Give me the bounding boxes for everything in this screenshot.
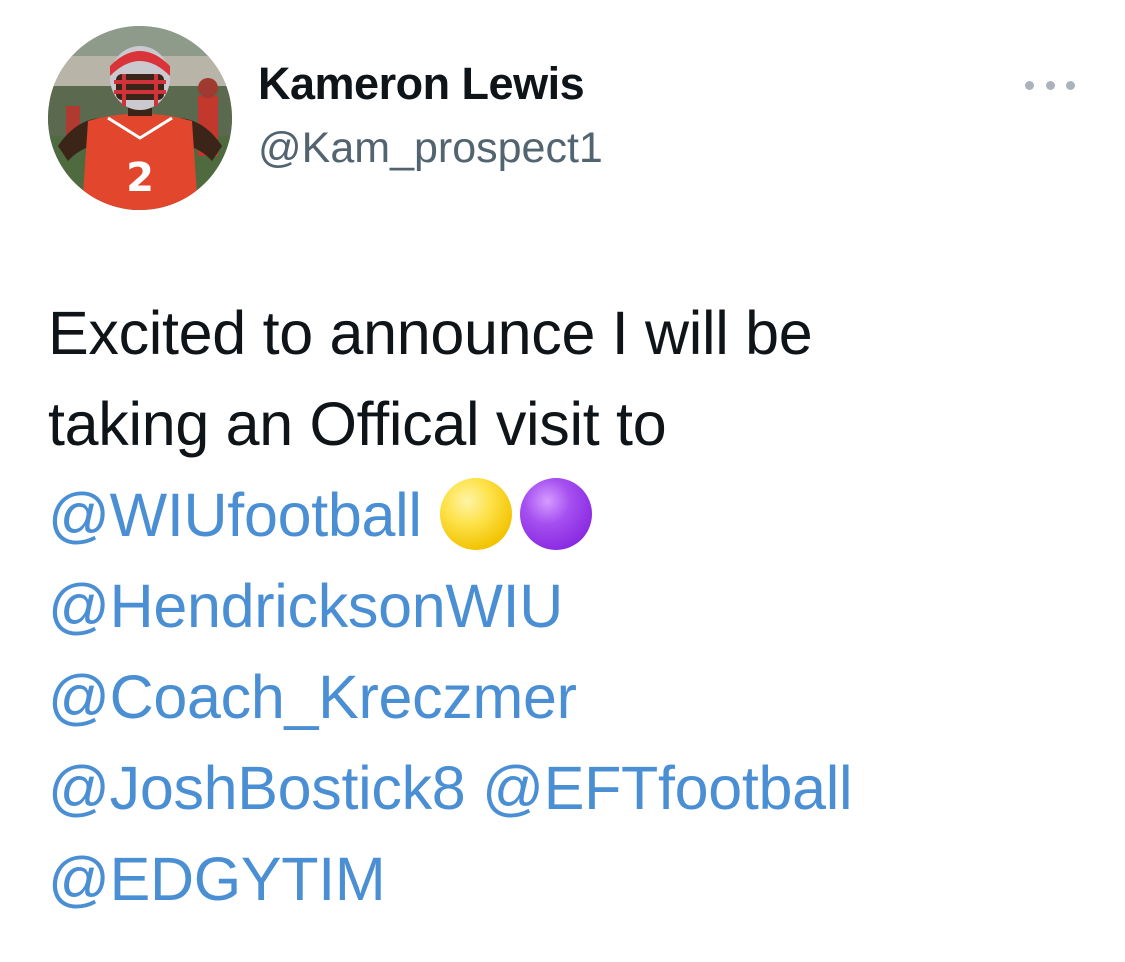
dot [1045,80,1055,90]
svg-text:2: 2 [126,155,154,201]
dot [1025,80,1034,90]
avatar[interactable]: 2 [48,26,232,210]
mention-link[interactable]: @EFTfootball [482,754,853,822]
more-options-icon[interactable] [1025,70,1075,100]
mention-link[interactable]: @JoshBostick8 [48,754,466,822]
purple-circle-emoji-icon [519,478,592,550]
yellow-circle-emoji-icon [439,478,512,550]
mention-link[interactable]: @EDGYTIM [48,845,386,913]
tweet-text-line: @WIUfootball [48,470,1108,561]
tweet-text-line: @JoshBostick8 @EFTfootball [48,743,1108,834]
tweet-text-line: @HendricksonWIU [48,561,1108,652]
mention-link[interactable]: @HendricksonWIU [48,572,563,640]
tweet-text: Excited to announce I will be taking an … [48,288,1108,925]
mention-link[interactable]: @Coach_Kreczmer [48,663,577,731]
mention-link[interactable]: @WIUfootball [48,481,422,549]
tweet-text-line: taking an Offical visit to [48,390,667,458]
tweet-text-line: @EDGYTIM [48,834,1108,925]
tweet-text-line: Excited to announce I will be [48,299,813,367]
author-handle[interactable]: @Kam_prospect1 [258,124,603,173]
tweet-text-line: @Coach_Kreczmer [48,652,1108,743]
avatar-image: 2 [48,26,232,210]
dot [1066,80,1075,90]
tweet: 2 Kameron Lewis @Kam_prospect1 Excited t… [0,0,1125,962]
author-name[interactable]: Kameron Lewis [258,58,585,110]
